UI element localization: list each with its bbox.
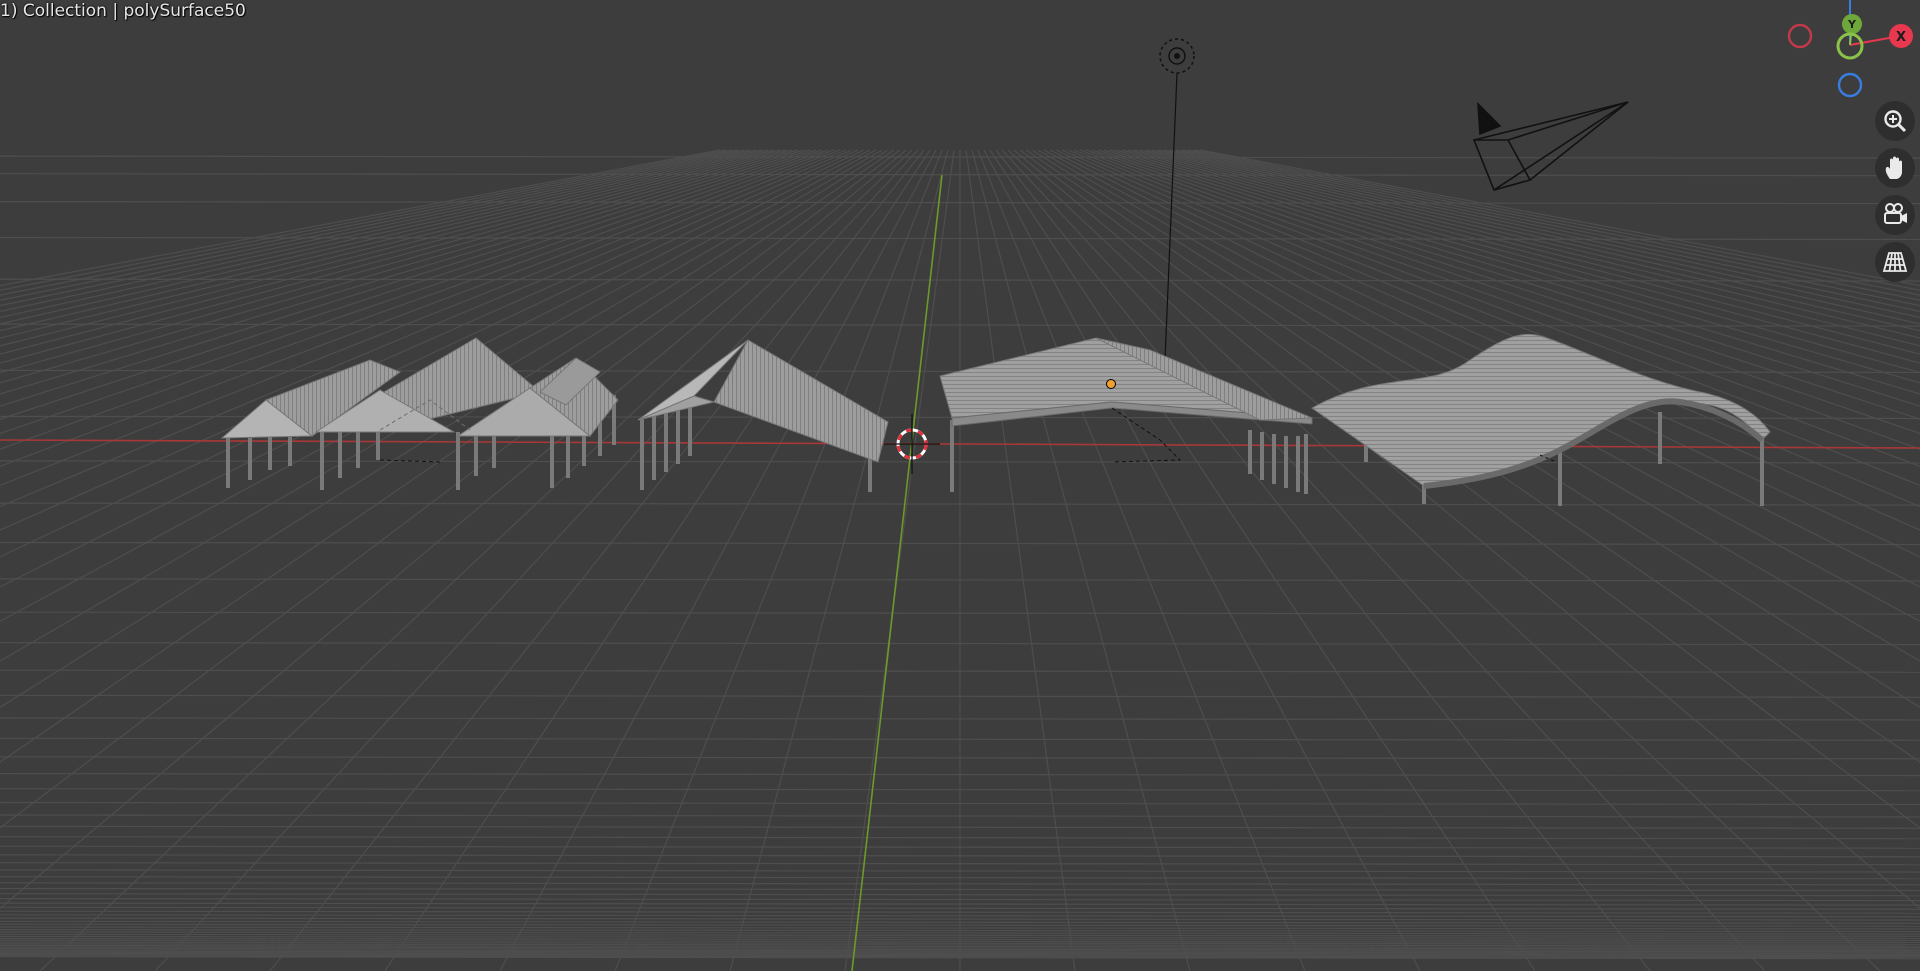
zoom-button[interactable] xyxy=(1875,101,1915,141)
3d-cursor xyxy=(884,414,940,474)
grid-line xyxy=(0,149,865,558)
camera-object[interactable] xyxy=(1472,101,1629,191)
hand-icon xyxy=(1885,156,1902,179)
grid-line xyxy=(0,149,799,374)
grid-line xyxy=(39,149,913,971)
pavilion-model-2[interactable] xyxy=(637,339,889,492)
grid-line xyxy=(0,149,793,364)
camera-icon xyxy=(1884,203,1907,224)
grid-line xyxy=(0,149,811,395)
viewport-info-text: 1) Collection | polySurface50 xyxy=(0,1,246,21)
grid-line xyxy=(729,149,949,971)
viewport-scene[interactable] xyxy=(0,0,1920,971)
navigation-gizmo[interactable]: Y X xyxy=(1780,0,1920,100)
grid-line xyxy=(844,149,955,971)
grid-line xyxy=(0,149,829,435)
grid-line xyxy=(0,149,859,531)
grid-line xyxy=(0,149,817,407)
pan-button[interactable] xyxy=(1875,148,1915,188)
grid-line xyxy=(269,149,925,971)
grid-line xyxy=(0,149,835,450)
floor-grid xyxy=(0,149,1920,971)
gizmo-neg-z-axis[interactable] xyxy=(1837,72,1863,98)
light-object[interactable] xyxy=(1159,38,1195,361)
grid-line xyxy=(0,149,787,355)
3d-viewport[interactable]: 1) Collection | polySurface50 Y X xyxy=(0,0,1920,971)
pavilion-model-4[interactable] xyxy=(1311,333,1771,506)
grid-perspective-icon xyxy=(1882,252,1908,272)
object-origin-dot xyxy=(1106,379,1116,389)
grid-line xyxy=(499,149,937,971)
y-axis-line xyxy=(851,174,943,971)
pavilion-model-3[interactable] xyxy=(939,337,1313,494)
grid-line xyxy=(0,149,733,296)
grid-line xyxy=(0,149,853,508)
grid-line xyxy=(0,149,823,420)
grid-line xyxy=(0,149,769,332)
grid-line xyxy=(0,149,781,347)
grid-line xyxy=(614,149,943,971)
perspective-toggle-button[interactable] xyxy=(1875,242,1915,282)
gizmo-y-label: Y xyxy=(1847,18,1857,31)
magnifier-plus-icon xyxy=(1884,110,1907,133)
camera-view-button[interactable] xyxy=(1875,195,1915,235)
gizmo-x-label: X xyxy=(1896,30,1906,45)
gizmo-neg-x-axis[interactable] xyxy=(1787,23,1813,49)
